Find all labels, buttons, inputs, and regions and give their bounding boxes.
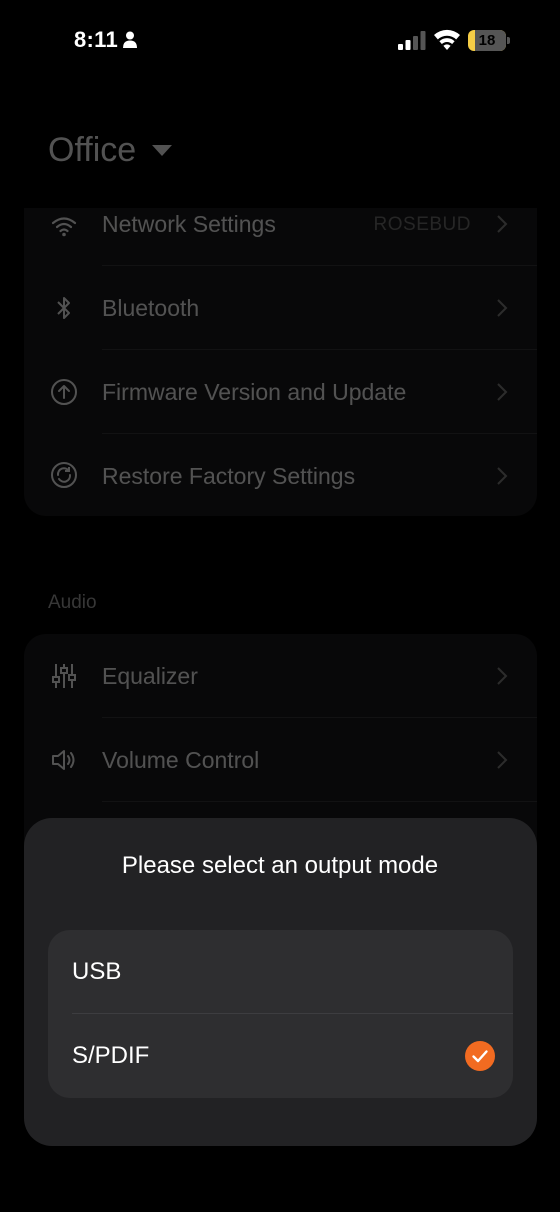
option-label: S/PDIF: [72, 1042, 150, 1069]
device-settings-card: Network Settings ROSEBUD Bluetooth Firmw…: [24, 208, 537, 516]
divider: [102, 801, 537, 802]
restore-icon: [51, 462, 77, 488]
output-mode-options: USB S/PDIF: [48, 930, 513, 1098]
screen: Office Network Settings ROSEBUD Bluetoot…: [0, 0, 560, 1212]
settings-row-label: Restore Factory Settings: [102, 463, 356, 489]
status-time: 8:11: [74, 27, 119, 52]
chevron-right-icon: [497, 215, 508, 233]
settings-row-equalizer[interactable]: Equalizer: [24, 634, 537, 718]
settings-row-firmware[interactable]: Firmware Version and Update: [24, 350, 537, 434]
settings-row-label: Volume Control: [102, 747, 260, 773]
update-icon: [51, 379, 77, 405]
person-icon: [123, 31, 137, 48]
settings-row-label: Bluetooth: [102, 295, 200, 321]
chevron-right-icon: [497, 751, 508, 769]
wifi-icon: [51, 217, 77, 237]
signal-icon: [398, 31, 426, 50]
option-usb[interactable]: USB: [48, 930, 513, 1014]
chevron-right-icon: [497, 299, 508, 317]
settings-row-bluetooth[interactable]: Bluetooth: [24, 266, 537, 350]
room-selector[interactable]: Office: [48, 126, 173, 174]
checkmark-selected-icon: [465, 1041, 495, 1071]
settings-row-label: Network Settings: [102, 211, 276, 237]
chevron-right-icon: [497, 667, 508, 685]
battery-level: 18: [478, 32, 496, 49]
chevron-right-icon: [497, 383, 508, 401]
bluetooth-icon: [57, 297, 70, 319]
settings-row-label: Firmware Version and Update: [102, 379, 407, 405]
battery-body: 18: [468, 30, 506, 51]
option-spdif[interactable]: S/PDIF: [48, 1014, 513, 1098]
settings-row-restore[interactable]: Restore Factory Settings: [24, 434, 537, 516]
network-name-value: ROSEBUD: [373, 214, 471, 235]
speaker-icon: [52, 750, 75, 770]
settings-row-label: Equalizer: [102, 663, 198, 689]
battery-icon: 18: [468, 30, 510, 51]
page-title: Office: [48, 130, 137, 169]
section-label-audio: Audio: [48, 592, 97, 613]
settings-row-volume[interactable]: Volume Control: [24, 718, 537, 802]
wifi-icon: [434, 29, 460, 50]
sheet-title: Please select an output mode: [121, 852, 439, 879]
equalizer-icon: [52, 664, 76, 688]
battery-cap: [507, 37, 510, 44]
option-label: USB: [72, 958, 122, 985]
settings-row-network[interactable]: Network Settings ROSEBUD: [24, 208, 537, 266]
status-bar: 8:11 18: [0, 0, 560, 84]
chevron-right-icon: [497, 467, 508, 485]
caret-down-icon: [152, 144, 173, 156]
